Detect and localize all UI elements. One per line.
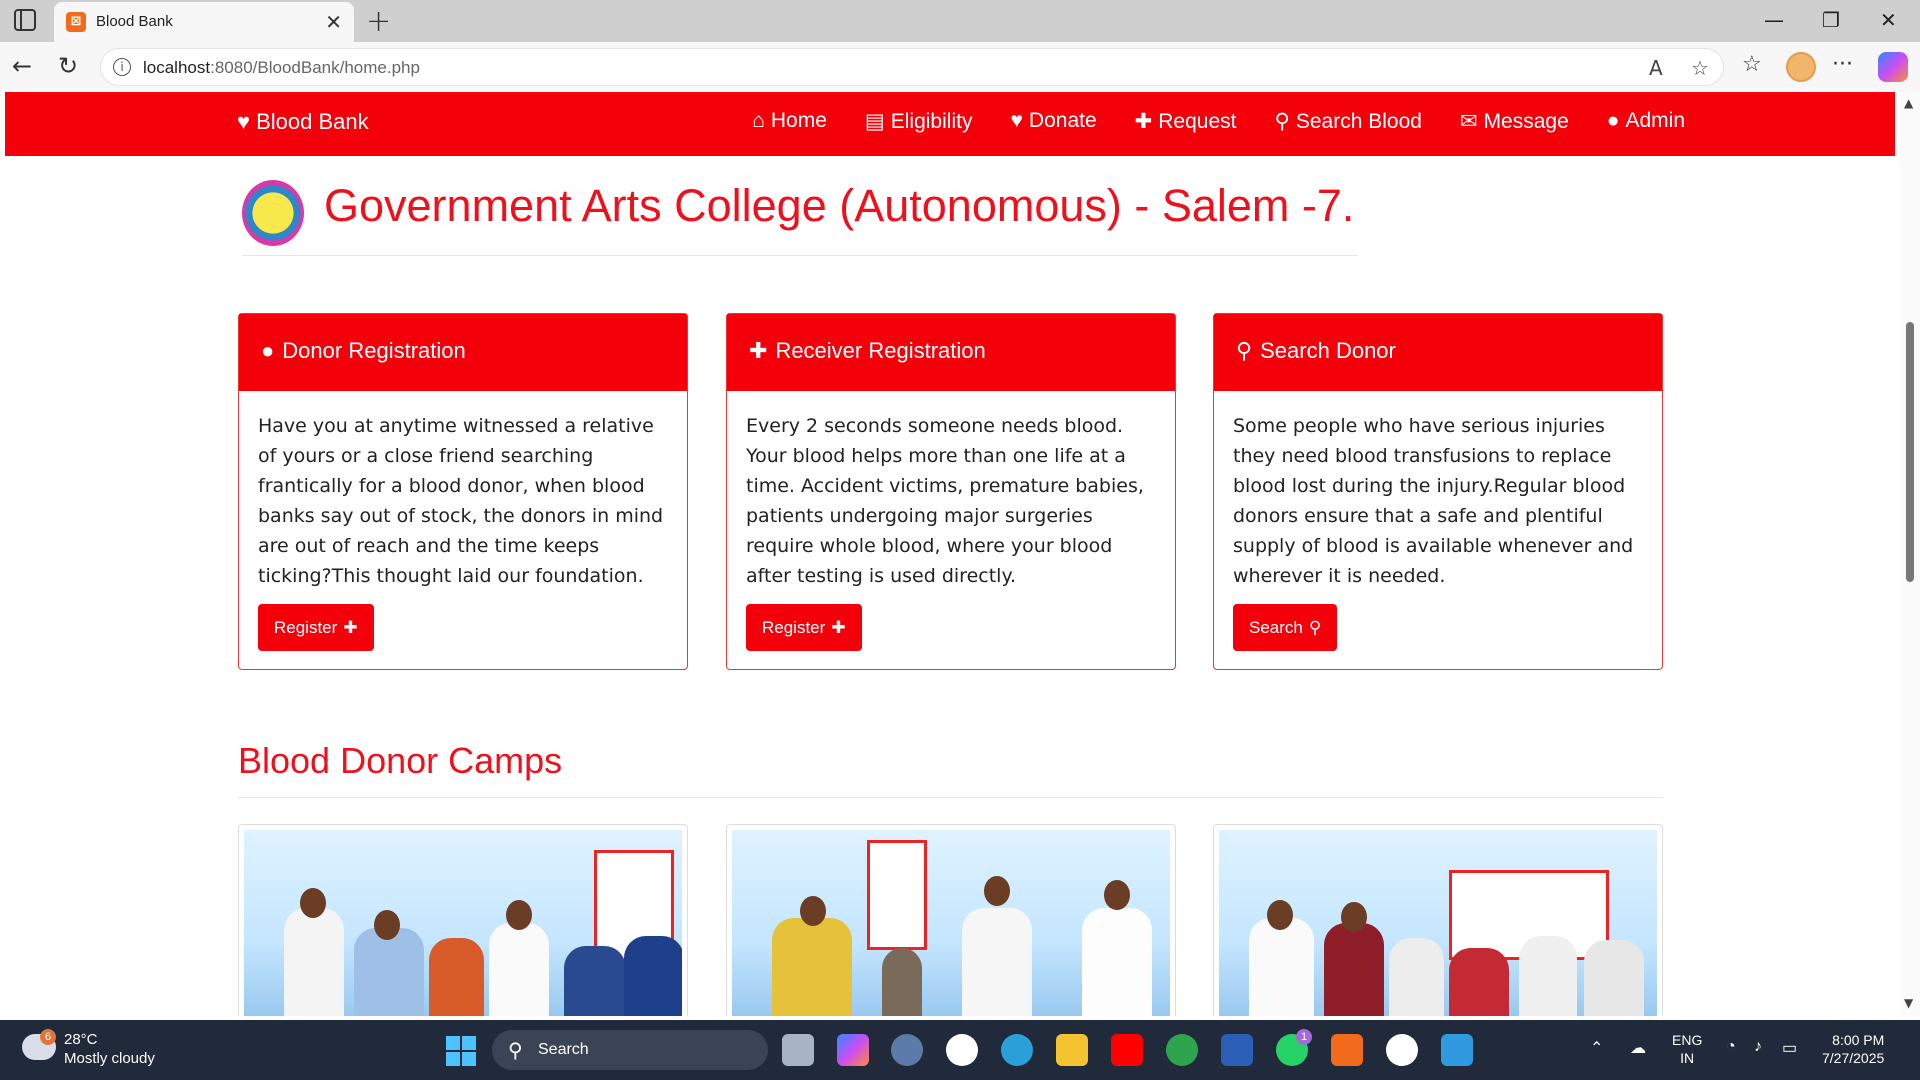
copilot-taskbar-icon[interactable] — [837, 1034, 869, 1066]
system-clock[interactable]: 8:00 PM 7/27/2025 — [1822, 1031, 1884, 1067]
back-icon[interactable]: ← — [12, 52, 32, 80]
volume-icon[interactable]: ♪ — [1754, 1038, 1762, 1056]
browser-tab[interactable]: ⊠ Blood Bank ✕ — [54, 2, 354, 42]
weather-description[interactable]: Mostly cloudy — [64, 1050, 155, 1067]
camp-photo-2 — [726, 824, 1176, 1016]
scroll-up-icon[interactable]: ▲ — [1904, 96, 1913, 110]
donor-register-button[interactable]: Register ✚ — [258, 604, 374, 651]
profile-avatar[interactable] — [1786, 52, 1816, 82]
tab-actions-icon[interactable] — [14, 9, 36, 31]
page-scrollbar[interactable]: ▲ ▼ — [1900, 92, 1920, 1016]
receiver-register-button[interactable]: Register ✚ — [746, 604, 862, 651]
site-navbar: ♥ Blood Bank ⌂ Home ▤ Eligibility ♥ Donate ✚… — [5, 92, 1895, 156]
camps-divider — [238, 797, 1662, 798]
card-header: ● Donor Registration — [239, 314, 687, 391]
chrome-icon[interactable] — [946, 1034, 978, 1066]
user-icon: ● — [261, 338, 275, 363]
weather-badge: 6 — [40, 1029, 56, 1045]
search-icon: ⚲ — [1236, 338, 1253, 363]
taskbar-search-label: Search — [538, 1041, 589, 1058]
home-icon: ⌂ — [752, 109, 765, 132]
xampp-favicon-icon: ⊠ — [66, 12, 86, 32]
search-icon: ⚲ — [1308, 618, 1322, 637]
search-icon: ⚲ — [508, 1040, 523, 1062]
close-tab-icon[interactable]: ✕ — [325, 10, 342, 34]
language-indicator[interactable]: ENG IN — [1672, 1031, 1702, 1067]
close-window-icon[interactable]: ✕ — [1880, 8, 1897, 32]
search-donor-button[interactable]: Search ⚲ — [1233, 604, 1338, 651]
windows-taskbar: 6 28°C Mostly cloudy ⚲ Search 1 ⌃ ☁ ENG I… — [0, 1020, 1920, 1080]
favorites-icon[interactable]: ☆ — [1742, 52, 1762, 77]
copilot-icon[interactable] — [1878, 52, 1908, 82]
read-aloud-icon[interactable]: A — [1649, 56, 1663, 80]
nav-request[interactable]: ✚ Request — [1135, 109, 1237, 134]
user-icon: ● — [1606, 109, 1620, 132]
nav-donate[interactable]: ♥ Donate — [1010, 109, 1096, 134]
xampp-icon[interactable] — [1331, 1034, 1363, 1066]
user-plus-icon: ✚ — [343, 618, 358, 637]
start-button[interactable] — [446, 1036, 476, 1066]
restore-icon[interactable]: ❐ — [1822, 8, 1840, 32]
nav-search-blood[interactable]: ⚲ Search Blood — [1274, 109, 1421, 134]
url-field[interactable]: i localhost:8080/BloodBank/home.php A ☆ — [100, 48, 1724, 86]
camps-heading: Blood Donor Camps — [238, 740, 563, 781]
scroll-down-icon[interactable]: ▼ — [1904, 996, 1913, 1010]
taskbar-search[interactable]: ⚲ Search — [492, 1030, 768, 1070]
card-header: ⚲ Search Donor — [1214, 314, 1662, 391]
chatgpt-icon[interactable] — [1386, 1034, 1418, 1066]
nav-home[interactable]: ⌂ Home — [752, 109, 827, 134]
nav-message[interactable]: ✉ Message — [1460, 109, 1569, 134]
onedrive-cloud-icon[interactable]: ☁ — [1630, 1038, 1646, 1058]
college-header: Government Arts College (Autonomous) - S… — [242, 176, 1358, 256]
scroll-thumb[interactable] — [1906, 322, 1914, 582]
card-text: Some people who have serious injuries th… — [1233, 415, 1634, 587]
reload-icon[interactable]: ↻ — [58, 52, 78, 80]
nav-links: ⌂ Home ▤ Eligibility ♥ Donate ✚ Request ⚲ Sea… — [752, 109, 1685, 134]
edge-icon[interactable] — [1001, 1034, 1033, 1066]
envelope-icon: ✉ — [1459, 110, 1478, 133]
weather-temperature[interactable]: 28°C — [64, 1031, 98, 1048]
app-ring-icon[interactable] — [1166, 1034, 1198, 1066]
heartbeat-icon: ♥ — [237, 109, 251, 134]
nav-eligibility[interactable]: ▤ Eligibility — [865, 109, 973, 134]
donor-registration-card: ● Donor Registration Have you at anytime … — [238, 313, 688, 670]
show-hidden-icons[interactable]: ⌃ — [1590, 1038, 1603, 1058]
page-viewport: ♥ Blood Bank ⌂ Home ▤ Eligibility ♥ Donate ✚… — [0, 92, 1920, 1016]
college-logo — [242, 180, 304, 246]
hospital-user-icon: ✚ — [1134, 110, 1153, 133]
browser-tab-bar: ⊠ Blood Bank ✕ + — ❐ ✕ — [0, 0, 1920, 42]
clipboard-icon: ▤ — [864, 110, 885, 133]
wifi-icon[interactable]: ◔ — [1726, 1038, 1736, 1056]
camp-photo-3 — [1213, 824, 1663, 1016]
site-info-icon[interactable]: i — [113, 58, 131, 76]
card-text: Every 2 seconds someone needs blood. You… — [746, 415, 1144, 587]
favorite-star-icon[interactable]: ☆ — [1691, 56, 1709, 80]
address-bar-row: ← ↻ i localhost:8080/BloodBank/home.php … — [0, 42, 1920, 92]
task-view-icon[interactable] — [782, 1034, 814, 1066]
file-explorer-icon[interactable] — [1056, 1034, 1088, 1066]
whatsapp-badge: 1 — [1296, 1029, 1312, 1045]
youtube-icon[interactable] — [1111, 1034, 1143, 1066]
brand-link[interactable]: ♥ Blood Bank — [237, 109, 369, 135]
hand-holding-heart-icon: ♥ — [1010, 109, 1023, 132]
search-donor-card: ⚲ Search Donor Some people who have serio… — [1213, 313, 1663, 670]
camp-photo-1 — [238, 824, 688, 1016]
nav-admin[interactable]: ● Admin — [1607, 109, 1685, 134]
new-tab-icon[interactable]: + — [366, 4, 391, 39]
tab-title: Blood Bank — [96, 13, 173, 30]
vscode-icon[interactable] — [1441, 1034, 1473, 1066]
user-plus-icon: ✚ — [831, 618, 846, 637]
more-menu-icon[interactable]: ··· — [1832, 52, 1853, 77]
minimize-icon[interactable]: — — [1764, 8, 1784, 32]
settings-icon[interactable] — [891, 1034, 923, 1066]
receiver-registration-card: ✚ Receiver Registration Every 2 seconds s… — [726, 313, 1176, 670]
battery-icon[interactable]: ▭ — [1782, 1038, 1797, 1058]
college-title: Government Arts College (Autonomous) - S… — [324, 180, 1355, 231]
word-icon[interactable] — [1221, 1034, 1253, 1066]
card-header: ✚ Receiver Registration — [727, 314, 1175, 391]
url-text: localhost:8080/BloodBank/home.php — [143, 58, 420, 77]
card-text: Have you at anytime witnessed a relative… — [258, 415, 664, 587]
medkit-icon: ✚ — [749, 338, 768, 363]
search-icon: ⚲ — [1274, 110, 1290, 133]
